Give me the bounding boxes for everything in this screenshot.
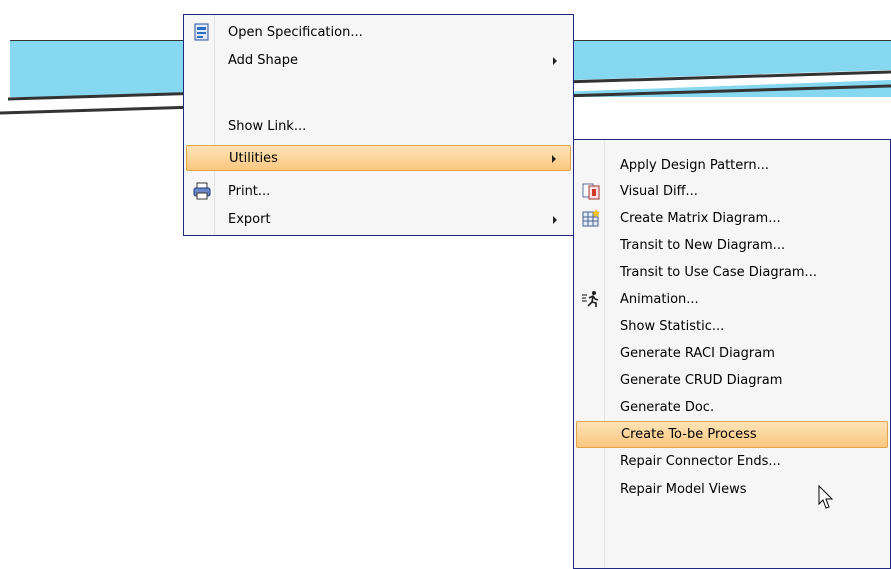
submenu-item-visual-diff[interactable]: Visual Diff... — [576, 179, 888, 205]
submenu-item-label: Animation... — [620, 292, 699, 307]
submenu-item-label: Repair Connector Ends... — [620, 454, 781, 469]
submenu-item-label: Visual Diff... — [620, 184, 698, 199]
menu-item-show-link[interactable]: Show Link... — [186, 114, 571, 140]
menu-item-open-specification[interactable]: Open Specification... — [186, 20, 571, 46]
submenu-arrow-icon — [553, 57, 557, 65]
submenu-item-show-statistic[interactable]: Show Statistic... — [576, 314, 888, 340]
submenu-arrow-icon — [553, 216, 557, 224]
submenu-item-generate-crud-diagram[interactable]: Generate CRUD Diagram — [576, 368, 888, 394]
menu-item-label: Utilities — [229, 151, 278, 166]
animation-runner-icon — [582, 291, 599, 307]
menu-item-label: Export — [228, 212, 271, 227]
submenu-arrow-icon — [552, 155, 556, 163]
menu-item-utilities[interactable]: Utilities — [186, 145, 571, 171]
submenu-item-repair-connector-ends[interactable]: Repair Connector Ends... — [576, 449, 888, 475]
submenu-item-label: Generate Doc. — [620, 400, 715, 415]
submenu-item-label: Transit to Use Case Diagram... — [620, 265, 817, 280]
submenu-item-animation[interactable]: Animation... — [576, 287, 888, 313]
submenu-item-apply-design-pattern[interactable]: Apply Design Pattern... — [576, 153, 888, 179]
utilities-submenu: Apply Design Pattern... Visual Diff... C… — [573, 139, 891, 569]
mouse-pointer-icon — [818, 485, 834, 509]
submenu-item-label: Generate RACI Diagram — [620, 346, 775, 361]
menu-item-print[interactable]: Print... — [186, 179, 571, 205]
submenu-item-generate-doc[interactable]: Generate Doc. — [576, 395, 888, 421]
submenu-item-label: Apply Design Pattern... — [620, 158, 770, 173]
menu-item-add-shape[interactable]: Add Shape — [186, 48, 571, 74]
matrix-diagram-icon — [582, 209, 600, 227]
submenu-item-transit-to-use-case-diagram[interactable]: Transit to Use Case Diagram... — [576, 260, 888, 286]
submenu-item-transit-to-new-diagram[interactable]: Transit to New Diagram... — [576, 233, 888, 259]
submenu-item-label: Create To-be Process — [621, 427, 757, 442]
submenu-item-create-to-be-process[interactable]: Create To-be Process — [576, 421, 888, 448]
menu-item-label: Show Link... — [228, 119, 307, 134]
menu-item-label: Add Shape — [228, 53, 299, 68]
menu-item-label: Open Specification... — [228, 25, 363, 40]
menu-item-label: Print... — [228, 184, 271, 199]
submenu-item-label: Repair Model Views — [620, 482, 747, 497]
submenu-item-label: Create Matrix Diagram... — [620, 211, 781, 226]
submenu-item-create-matrix-diagram[interactable]: Create Matrix Diagram... — [576, 206, 888, 232]
submenu-item-label: Transit to New Diagram... — [620, 238, 786, 253]
specification-icon — [194, 23, 209, 41]
visual-diff-icon — [582, 183, 600, 200]
printer-icon — [193, 182, 211, 200]
submenu-item-label: Generate CRUD Diagram — [620, 373, 783, 388]
menu-item-export[interactable]: Export — [186, 207, 571, 233]
submenu-item-generate-raci-diagram[interactable]: Generate RACI Diagram — [576, 341, 888, 367]
submenu-item-repair-model-views[interactable]: Repair Model Views — [576, 477, 888, 503]
context-menu: Open Specification... Add Shape Show Lin… — [183, 14, 574, 236]
submenu-item-label: Show Statistic... — [620, 319, 725, 334]
